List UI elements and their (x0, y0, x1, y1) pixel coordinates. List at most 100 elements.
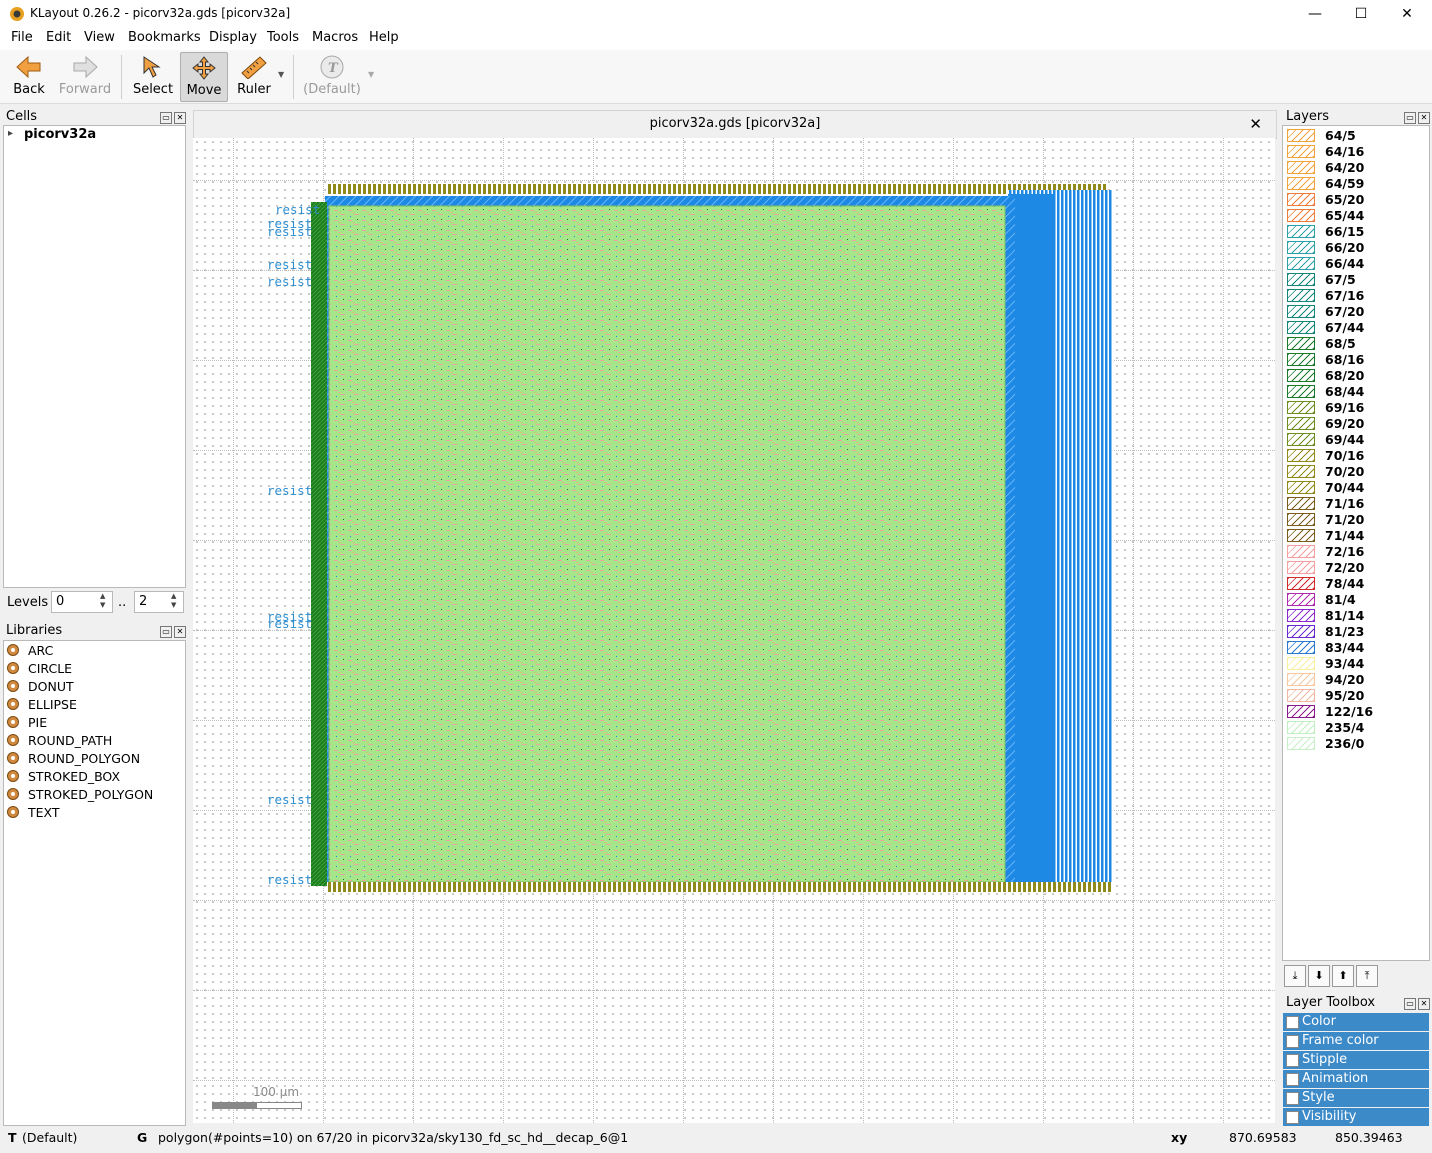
float-panel-icon[interactable]: ▭ (1404, 112, 1416, 124)
library-item[interactable]: STROKED_POLYGON (7, 787, 153, 802)
layer-row[interactable]: 70/16 (1283, 448, 1423, 464)
layer-row[interactable]: 71/20 (1283, 512, 1423, 528)
layer-row[interactable]: 66/15 (1283, 224, 1423, 240)
move-to-bottom-icon[interactable]: ⤓ (1284, 965, 1306, 987)
layer-row[interactable]: 72/16 (1283, 544, 1423, 560)
menu-edit[interactable]: Edit (46, 30, 71, 45)
spinner-arrows-icon[interactable]: ▲ ▼ (100, 592, 105, 610)
layer-row[interactable]: 70/44 (1283, 480, 1423, 496)
layer-row[interactable]: 68/44 (1283, 384, 1423, 400)
layer-row[interactable]: 71/44 (1283, 528, 1423, 544)
toolbox-color[interactable]: Color (1283, 1013, 1429, 1031)
toolbox-frame-color[interactable]: Frame color (1283, 1032, 1429, 1050)
close-window-button[interactable]: ✕ (1384, 0, 1430, 28)
library-item[interactable]: ROUND_PATH (7, 733, 112, 748)
layer-row[interactable]: 68/16 (1283, 352, 1423, 368)
layer-row[interactable]: 66/44 (1283, 256, 1423, 272)
close-panel-icon[interactable]: ✕ (174, 626, 186, 638)
layer-row[interactable]: 122/16 (1283, 704, 1423, 720)
level-from-input[interactable]: 0 ▲ ▼ (51, 591, 113, 613)
float-panel-icon[interactable]: ▭ (160, 112, 172, 124)
layer-row[interactable]: 67/20 (1283, 304, 1423, 320)
menu-bookmarks[interactable]: Bookmarks (128, 30, 201, 45)
library-item[interactable]: DONUT (7, 679, 74, 694)
layer-row[interactable]: 64/59 (1283, 176, 1423, 192)
cell-root-item[interactable]: picorv32a (24, 127, 96, 142)
layer-row[interactable]: 69/16 (1283, 400, 1423, 416)
layer-row[interactable]: 64/5 (1283, 128, 1423, 144)
expand-checkbox[interactable] (1286, 1054, 1299, 1067)
layer-row[interactable]: 70/20 (1283, 464, 1423, 480)
layer-row[interactable]: 83/44 (1283, 640, 1423, 656)
expand-checkbox[interactable] (1286, 1035, 1299, 1048)
forward-button[interactable]: Forward (56, 52, 114, 100)
library-item[interactable]: ELLIPSE (7, 697, 77, 712)
library-item[interactable]: STROKED_BOX (7, 769, 120, 784)
layout-canvas[interactable]: resist resist resist resist resist resis… (193, 138, 1275, 1123)
float-panel-icon[interactable]: ▭ (1404, 998, 1416, 1010)
ruler-button[interactable]: Ruler (232, 52, 276, 100)
maximize-button[interactable]: ☐ (1338, 0, 1384, 28)
library-item[interactable]: CIRCLE (7, 661, 72, 676)
back-button[interactable]: Back (6, 52, 52, 100)
text-default-button[interactable]: T (Default) (300, 52, 364, 100)
layer-row[interactable]: 71/16 (1283, 496, 1423, 512)
expand-checkbox[interactable] (1286, 1073, 1299, 1086)
menu-help[interactable]: Help (369, 30, 399, 45)
library-item[interactable]: PIE (7, 715, 47, 730)
layer-row[interactable]: 67/5 (1283, 272, 1423, 288)
cells-tree[interactable]: ▸ picorv32a (3, 125, 186, 588)
layer-row[interactable]: 68/5 (1283, 336, 1423, 352)
toolbox-visibility[interactable]: Visibility (1283, 1108, 1429, 1126)
layer-row[interactable]: 81/23 (1283, 624, 1423, 640)
library-item[interactable]: ROUND_POLYGON (7, 751, 140, 766)
close-panel-icon[interactable]: ✕ (1418, 998, 1430, 1010)
select-button[interactable]: Select (129, 52, 177, 100)
layer-row[interactable]: 69/20 (1283, 416, 1423, 432)
library-item[interactable]: TEXT (7, 805, 60, 820)
layer-row[interactable]: 72/20 (1283, 560, 1423, 576)
close-panel-icon[interactable]: ✕ (174, 112, 186, 124)
layer-row[interactable]: 93/44 (1283, 656, 1423, 672)
move-down-icon[interactable]: ⬇ (1308, 965, 1330, 987)
layer-row[interactable]: 94/20 (1283, 672, 1423, 688)
menu-view[interactable]: View (84, 30, 115, 45)
layer-row[interactable]: 65/20 (1283, 192, 1423, 208)
layer-row[interactable]: 236/0 (1283, 736, 1423, 752)
close-panel-icon[interactable]: ✕ (1418, 112, 1430, 124)
text-dropdown-icon[interactable]: ▼ (368, 70, 374, 79)
expand-checkbox[interactable] (1286, 1016, 1299, 1029)
close-view-icon[interactable]: ✕ (1249, 111, 1262, 137)
layer-row[interactable]: 64/16 (1283, 144, 1423, 160)
layout-view-tab[interactable]: picorv32a.gds [picorv32a] ✕ (193, 110, 1277, 139)
layer-row[interactable]: 67/16 (1283, 288, 1423, 304)
layer-row[interactable]: 66/20 (1283, 240, 1423, 256)
layer-row[interactable]: 64/20 (1283, 160, 1423, 176)
toolbox-stipple[interactable]: Stipple (1283, 1051, 1429, 1069)
library-item[interactable]: ARC (7, 643, 53, 658)
move-to-top-icon[interactable]: ⤒ (1356, 965, 1378, 987)
layer-row[interactable]: 78/44 (1283, 576, 1423, 592)
move-up-icon[interactable]: ⬆ (1332, 965, 1354, 987)
minimize-button[interactable]: — (1292, 0, 1338, 28)
layer-row[interactable]: 68/20 (1283, 368, 1423, 384)
ruler-dropdown-icon[interactable]: ▼ (278, 70, 284, 79)
expand-arrow-icon[interactable]: ▸ (8, 128, 13, 139)
move-button[interactable]: Move (180, 52, 228, 102)
toolbox-style[interactable]: Style (1283, 1089, 1429, 1107)
expand-checkbox[interactable] (1286, 1111, 1299, 1124)
menu-display[interactable]: Display (209, 30, 257, 45)
menu-tools[interactable]: Tools (267, 30, 299, 45)
expand-checkbox[interactable] (1286, 1092, 1299, 1105)
layer-row[interactable]: 95/20 (1283, 688, 1423, 704)
layer-row[interactable]: 65/44 (1283, 208, 1423, 224)
level-to-input[interactable]: 2 ▲ ▼ (134, 591, 184, 613)
menu-file[interactable]: File (11, 30, 33, 45)
menu-macros[interactable]: Macros (312, 30, 358, 45)
layer-row[interactable]: 81/4 (1283, 592, 1423, 608)
layer-row[interactable]: 67/44 (1283, 320, 1423, 336)
spinner-arrows-icon[interactable]: ▲ ▼ (171, 592, 176, 610)
layer-row[interactable]: 69/44 (1283, 432, 1423, 448)
layer-row[interactable]: 235/4 (1283, 720, 1423, 736)
layers-list[interactable]: 64/5 64/16 64/20 64/59 65/20 65/44 66/15 66/20 6… (1282, 125, 1430, 961)
